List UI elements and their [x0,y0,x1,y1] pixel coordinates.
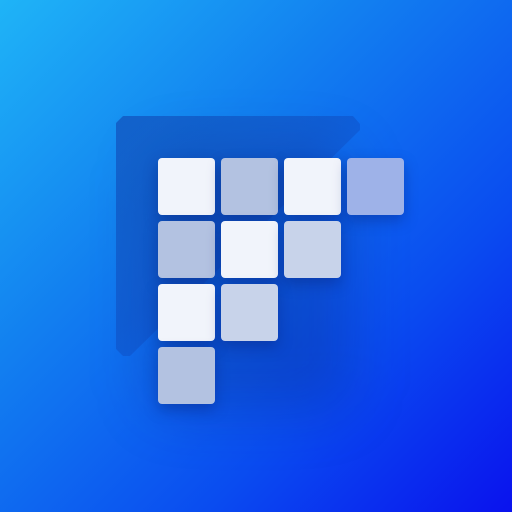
logo-tile-r1-c0 [158,221,215,278]
logo-tile-r1-c2 [284,221,341,278]
logo-tile-r0-c2 [284,158,341,215]
logo-tile-r3-c0 [158,347,215,404]
logo-tile-r2-c1 [221,284,278,341]
logo-tile-r0-c0 [158,158,215,215]
app-icon-canvas [0,0,512,512]
logo-tile-r0-c1 [221,158,278,215]
logo-tile-r2-c0 [158,284,215,341]
logo-tile-r1-c1 [221,221,278,278]
logo-tile-r0-c3 [347,158,404,215]
